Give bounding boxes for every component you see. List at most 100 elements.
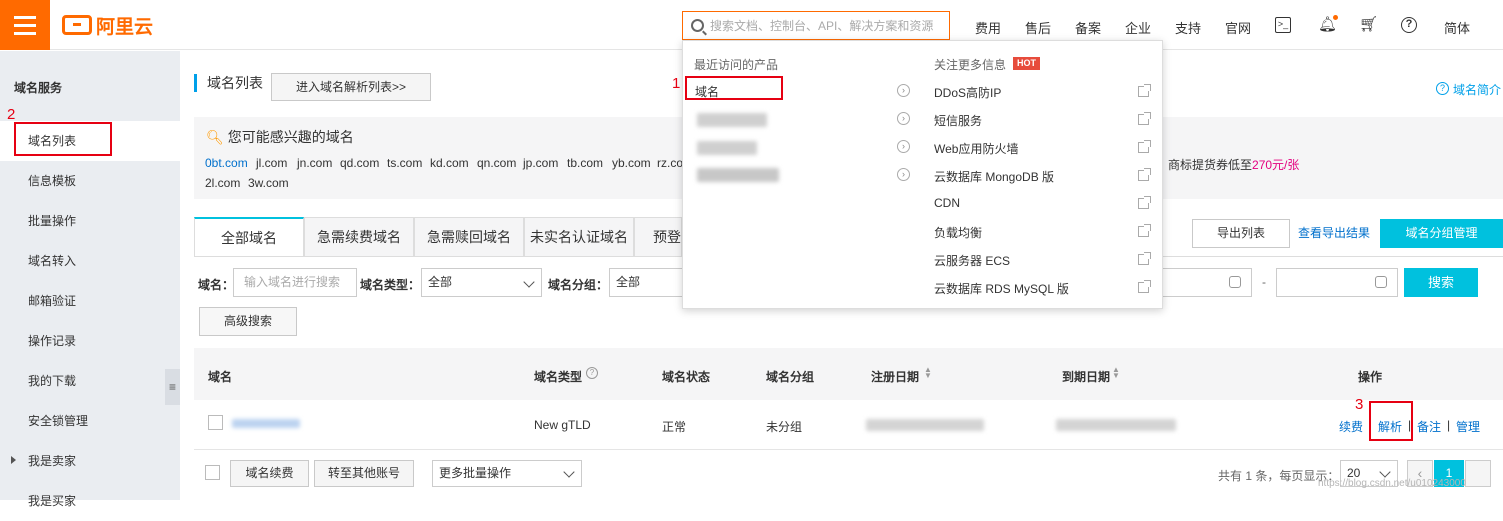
row-checkbox[interactable]: [208, 415, 223, 430]
nav-aftersales[interactable]: 售后: [1025, 18, 1051, 37]
suggested-domain[interactable]: 3w.com: [248, 176, 289, 190]
arrow-circle-icon[interactable]: ›: [897, 112, 910, 125]
bulk-renew-button[interactable]: 域名续费: [230, 460, 309, 487]
tab-redeem-urgent[interactable]: 急需赎回域名: [414, 217, 524, 256]
promo-text[interactable]: 商标提货券低至270元/张: [1168, 156, 1299, 173]
redacted-recent-item[interactable]: [697, 113, 767, 127]
redacted-domain[interactable]: [232, 419, 300, 428]
suggested-domain[interactable]: 0bt.com: [205, 156, 248, 170]
domain-group-select[interactable]: 全部: [609, 268, 683, 297]
suggested-domain[interactable]: tb.com: [567, 156, 603, 170]
more-item[interactable]: 负载均衡: [934, 224, 982, 241]
sidebar-item-buyer[interactable]: 我是买家: [0, 481, 180, 521]
export-list-button[interactable]: 导出列表: [1192, 219, 1290, 248]
sort-icon[interactable]: ▲ ▼: [1112, 366, 1120, 380]
calendar-icon: [1375, 276, 1387, 288]
sidebar-item-security-lock[interactable]: 安全锁管理: [0, 401, 180, 441]
suggested-domain[interactable]: jn.com: [297, 156, 332, 170]
arrow-circle-icon[interactable]: ›: [897, 168, 910, 181]
external-link-icon[interactable]: [1138, 280, 1151, 293]
notification-dot: [1333, 15, 1338, 20]
annotation-number-2: 2: [7, 106, 16, 123]
search-button[interactable]: 搜索: [1404, 268, 1478, 297]
global-search-input[interactable]: 搜索文档、控制台、API、解决方案和资源: [682, 11, 950, 40]
sidebar-item-op-log[interactable]: 操作记录: [0, 321, 180, 361]
sidebar-item-info-template[interactable]: 信息模板: [0, 161, 180, 201]
annotation-box-2: [14, 122, 112, 156]
nav-support[interactable]: 支持: [1175, 18, 1201, 37]
external-link-icon[interactable]: [1138, 224, 1151, 237]
nav-official[interactable]: 官网: [1225, 18, 1251, 37]
sort-icon[interactable]: ▲ ▼: [924, 366, 932, 380]
help-circle-icon: ?: [1436, 82, 1449, 95]
external-link-icon[interactable]: [1138, 196, 1151, 209]
more-item[interactable]: 云数据库 MongoDB 版: [934, 168, 1054, 185]
next-page-button[interactable]: [1465, 460, 1491, 487]
renew-link[interactable]: 续费: [1339, 418, 1363, 435]
tab-all-domains[interactable]: 全部域名: [194, 217, 304, 256]
logo-mark-icon: [62, 15, 92, 35]
nav-filing[interactable]: 备案: [1075, 18, 1101, 37]
tab-preregister[interactable]: 预登: [634, 217, 682, 256]
arrow-circle-icon[interactable]: ›: [897, 140, 910, 153]
manage-link[interactable]: 管理: [1456, 418, 1480, 435]
external-link-icon[interactable]: [1138, 168, 1151, 181]
cart-icon[interactable]: 🛒︎: [1359, 17, 1378, 33]
more-item[interactable]: 云数据库 RDS MySQL 版: [934, 280, 1069, 297]
external-link-icon[interactable]: [1138, 112, 1151, 125]
bell-icon[interactable]: 🔔︎: [1318, 17, 1337, 33]
suggested-domain[interactable]: rz.co: [657, 156, 683, 170]
sidebar-item-batch[interactable]: 批量操作: [0, 201, 180, 241]
sidebar-item-email-verify[interactable]: 邮箱验证: [0, 281, 180, 321]
suggested-domain[interactable]: jp.com: [523, 156, 558, 170]
terminal-icon[interactable]: >_: [1275, 17, 1291, 33]
external-link-icon[interactable]: [1138, 252, 1151, 265]
suggested-domain[interactable]: kd.com: [430, 156, 469, 170]
tab-unverified[interactable]: 未实名认证域名: [524, 217, 634, 256]
transfer-account-button[interactable]: 转至其他账号: [314, 460, 414, 487]
advanced-search-button[interactable]: 高级搜索: [199, 307, 297, 336]
nav-language[interactable]: 简体: [1444, 18, 1470, 37]
suggested-domain[interactable]: jl.com: [256, 156, 287, 170]
remark-link[interactable]: 备注: [1417, 418, 1441, 435]
domain-type-select[interactable]: 全部: [421, 268, 542, 297]
more-item[interactable]: CDN: [934, 196, 960, 210]
help-circle-icon[interactable]: ?: [586, 367, 598, 379]
suggested-domain[interactable]: qn.com: [477, 156, 516, 170]
end-date-input[interactable]: [1276, 268, 1398, 297]
start-date-input[interactable]: [1162, 268, 1252, 297]
external-link-icon[interactable]: [1138, 84, 1151, 97]
help-icon[interactable]: ?: [1401, 17, 1417, 33]
suggested-domain[interactable]: ts.com: [387, 156, 422, 170]
more-item[interactable]: 短信服务: [934, 112, 982, 129]
suggested-domain[interactable]: yb.com: [612, 156, 651, 170]
redacted-recent-item[interactable]: [697, 168, 779, 182]
arrow-circle-icon[interactable]: ›: [897, 84, 910, 97]
more-item[interactable]: Web应用防火墙: [934, 140, 1018, 157]
search-placeholder: 搜索文档、控制台、API、解决方案和资源: [710, 19, 934, 33]
select-all-checkbox[interactable]: [205, 465, 220, 480]
more-item[interactable]: DDoS高防IP: [934, 84, 1001, 101]
parse-list-button[interactable]: 进入域名解析列表>>: [271, 73, 431, 101]
redacted-recent-item[interactable]: [697, 141, 757, 155]
external-link-icon[interactable]: [1138, 140, 1151, 153]
sidebar-item-downloads[interactable]: 我的下载: [0, 361, 180, 401]
domain-search-input[interactable]: 输入域名进行搜索: [233, 268, 357, 297]
sidebar-collapse-handle[interactable]: ≡: [165, 369, 180, 405]
domain-intro-link[interactable]: 域名简介: [1453, 81, 1501, 98]
aliyun-logo[interactable]: 阿里云: [62, 13, 153, 38]
nav-fees[interactable]: 费用: [975, 18, 1001, 37]
view-export-link[interactable]: 查看导出结果: [1298, 224, 1370, 241]
suggested-domain[interactable]: 2l.com: [205, 176, 240, 190]
more-item[interactable]: 云服务器 ECS: [934, 252, 1010, 269]
batch-ops-select[interactable]: 更多批量操作: [432, 460, 582, 487]
col-reg-date[interactable]: 注册日期: [871, 368, 919, 385]
sidebar-item-transfer-in[interactable]: 域名转入: [0, 241, 180, 281]
nav-enterprise[interactable]: 企业: [1125, 18, 1151, 37]
menu-icon[interactable]: [0, 0, 50, 50]
suggested-domain[interactable]: qd.com: [340, 156, 379, 170]
col-exp-date[interactable]: 到期日期: [1062, 368, 1110, 385]
tab-renew-urgent[interactable]: 急需续费域名: [304, 217, 414, 256]
sidebar-item-seller[interactable]: 我是卖家: [0, 441, 180, 481]
group-manage-button[interactable]: 域名分组管理: [1380, 219, 1503, 248]
